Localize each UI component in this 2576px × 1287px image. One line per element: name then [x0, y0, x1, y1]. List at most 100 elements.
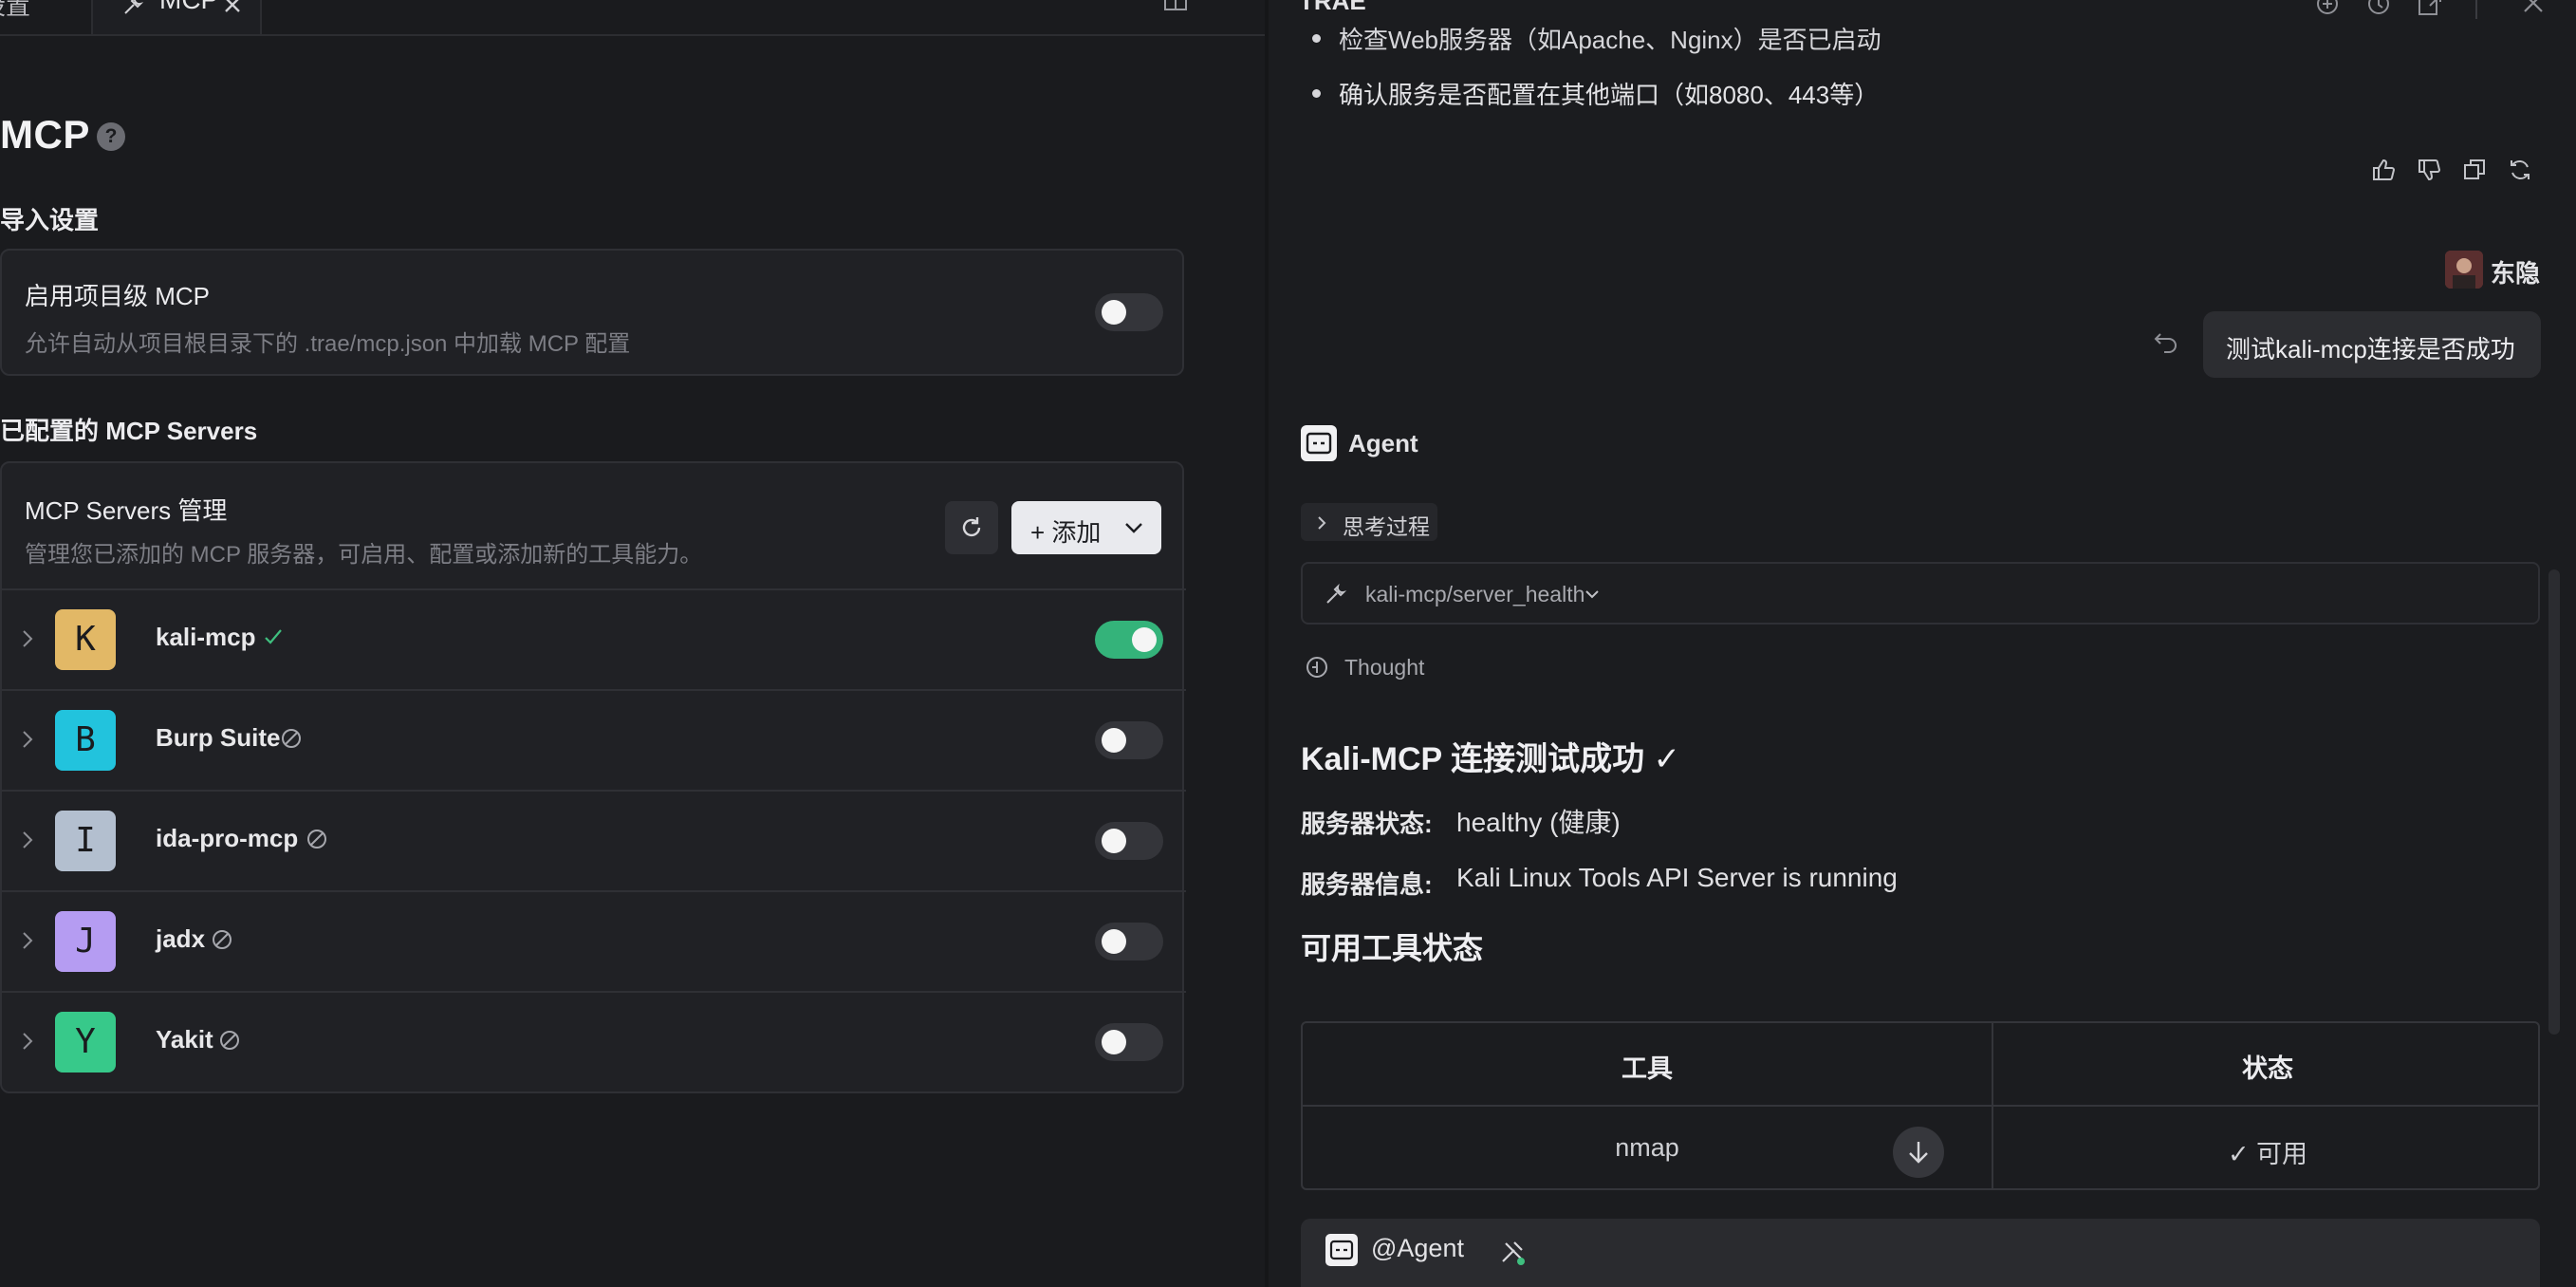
server-name: jadx [156, 924, 206, 953]
thinking-label: 思考过程 [1343, 514, 1430, 539]
tab-settings[interactable]: 设置 [0, 0, 93, 34]
open-external-icon[interactable] [2417, 0, 2443, 19]
undo-icon[interactable] [2153, 330, 2179, 355]
history-icon[interactable] [2365, 0, 2392, 19]
user-name: 东隐 [2491, 259, 2541, 288]
server-avatar: Y [55, 1012, 116, 1072]
table-divider [1303, 1105, 2538, 1107]
agent-icon [1325, 1234, 1358, 1266]
add-server-button[interactable]: + 添加 [1011, 501, 1161, 554]
project-mcp-title: 启用项目级 MCP [25, 282, 211, 310]
tab-settings-label: 设置 [0, 0, 31, 20]
chevron-right-icon[interactable] [21, 628, 34, 649]
chevron-right-icon[interactable] [21, 930, 34, 951]
scroll-to-bottom-button[interactable] [1893, 1127, 1944, 1178]
page-title: MCP [0, 112, 90, 157]
chevron-right-icon[interactable] [21, 729, 34, 750]
server-row[interactable]: I ida-pro-mcp [2, 790, 1186, 890]
server-avatar: J [55, 911, 116, 972]
thinking-process-toggle[interactable]: 思考过程 [1301, 503, 1437, 541]
chevron-right-icon[interactable] [21, 830, 34, 850]
import-settings-heading: 导入设置 [0, 206, 100, 234]
chat-title: TRAE [1299, 0, 1366, 15]
server-name: ida-pro-mcp [156, 824, 299, 852]
configured-servers-heading: 已配置的 MCP Servers [0, 417, 258, 445]
mcp-settings-panel: 设置 MCP MCP ? 导入设置 启用项目级 MCP 允许自动从项目根目录下的… [0, 0, 1265, 1287]
refresh-button[interactable] [945, 501, 998, 554]
chevron-right-icon [1316, 514, 1327, 532]
mcp-servers-card: MCP Servers 管理 管理您已添加的 MCP 服务器，可启用、配置或添加… [0, 461, 1186, 1093]
server-toggle[interactable] [1095, 721, 1163, 759]
disabled-icon [218, 1029, 241, 1052]
chevron-right-icon[interactable] [21, 1031, 34, 1052]
bullet-dot [1312, 34, 1321, 43]
tools-icon[interactable] [1498, 1238, 1527, 1266]
bullet-text: 检查Web服务器（如Apache、Nginx）是否已启动 [1339, 26, 1881, 54]
new-chat-icon[interactable] [2314, 0, 2341, 19]
servers-manager-title: MCP Servers 管理 [25, 496, 228, 525]
split-layout-icon[interactable] [1163, 0, 1188, 11]
close-tab-icon[interactable] [222, 0, 243, 15]
regenerate-icon[interactable] [2508, 158, 2532, 182]
tool-call-box[interactable]: kali-mcp/server_health [1301, 562, 2540, 625]
server-row[interactable]: J jadx [2, 890, 1186, 991]
tab-bar: 设置 MCP [0, 0, 1265, 36]
refresh-icon [958, 514, 985, 541]
wrench-icon [121, 0, 144, 17]
add-server-label: + 添加 [1030, 518, 1102, 547]
help-icon[interactable]: ? [97, 122, 125, 151]
disabled-icon [306, 828, 328, 850]
chat-panel: TRAE 检查Web服务器（如Apache、Nginx）是否已启动 确认服务是否… [1269, 0, 2576, 1287]
server-toggle[interactable] [1095, 822, 1163, 860]
agent-mention: @Agent [1371, 1234, 1464, 1262]
chevron-down-icon [1123, 520, 1144, 535]
tab-mcp-label: MCP [159, 0, 218, 15]
disabled-icon [211, 928, 233, 951]
bullet-text: 确认服务是否配置在其他端口（如8080、443等） [1339, 81, 1880, 109]
server-avatar: B [55, 710, 116, 771]
chat-input-bar[interactable]: @Agent [1301, 1219, 2540, 1287]
server-status-key: 服务器状态: [1301, 810, 1433, 838]
server-avatar: K [55, 609, 116, 670]
server-name: Yakit [156, 1025, 213, 1054]
thought-label: Thought [1344, 655, 1425, 680]
tab-mcp[interactable]: MCP [93, 0, 262, 34]
thumbs-up-icon[interactable] [2371, 158, 2396, 182]
server-info-key: 服务器信息: [1301, 870, 1433, 899]
result-heading: Kali-MCP 连接测试成功 ✓ [1301, 741, 1680, 777]
server-row[interactable]: K kali-mcp [2, 588, 1186, 689]
tool-call-name: kali-mcp/server_health [1365, 582, 1585, 606]
toolbar-separator [2475, 0, 2477, 19]
table-cell-status: ✓ 可用 [2227, 1140, 2308, 1168]
chat-scrollbar[interactable] [2548, 569, 2560, 1035]
server-avatar: I [55, 811, 116, 871]
disabled-icon [280, 727, 303, 750]
servers-manager-description: 管理您已添加的 MCP 服务器，可启用、配置或添加新的工具能力。 [25, 542, 703, 568]
server-toggle[interactable] [1095, 1023, 1163, 1061]
user-avatar [2445, 251, 2483, 289]
table-cell-tool: nmap [1615, 1133, 1679, 1162]
user-message: 测试kali-mcp连接是否成功 [2226, 335, 2515, 364]
chevron-down-icon [1584, 588, 1601, 602]
tools-heading: 可用工具状态 [1301, 931, 1484, 965]
server-toggle[interactable] [1095, 621, 1163, 659]
bullet-dot [1312, 89, 1321, 98]
agent-icon [1301, 425, 1337, 461]
project-mcp-description: 允许自动从项目根目录下的 .trae/mcp.json 中加载 MCP 配置 [25, 331, 631, 357]
wrench-icon [1324, 582, 1348, 606]
check-icon [263, 626, 284, 647]
server-status-value: healthy (健康) [1456, 808, 1621, 837]
server-toggle[interactable] [1095, 923, 1163, 961]
close-panel-icon[interactable] [2521, 0, 2546, 17]
project-mcp-toggle[interactable] [1095, 293, 1163, 331]
project-mcp-card: 启用项目级 MCP 允许自动从项目根目录下的 .trae/mcp.json 中加… [0, 249, 1184, 376]
user-message-bubble: 测试kali-mcp连接是否成功 [2203, 311, 2541, 378]
thumbs-down-icon[interactable] [2417, 158, 2441, 182]
agent-name: Agent [1348, 429, 1418, 457]
arrow-down-icon [1906, 1139, 1931, 1166]
table-header-tool: 工具 [1622, 1054, 1673, 1083]
server-name: kali-mcp [156, 623, 256, 651]
server-row[interactable]: B Burp Suite [2, 689, 1186, 790]
server-row[interactable]: Y Yakit [2, 991, 1186, 1091]
copy-icon[interactable] [2462, 158, 2487, 182]
